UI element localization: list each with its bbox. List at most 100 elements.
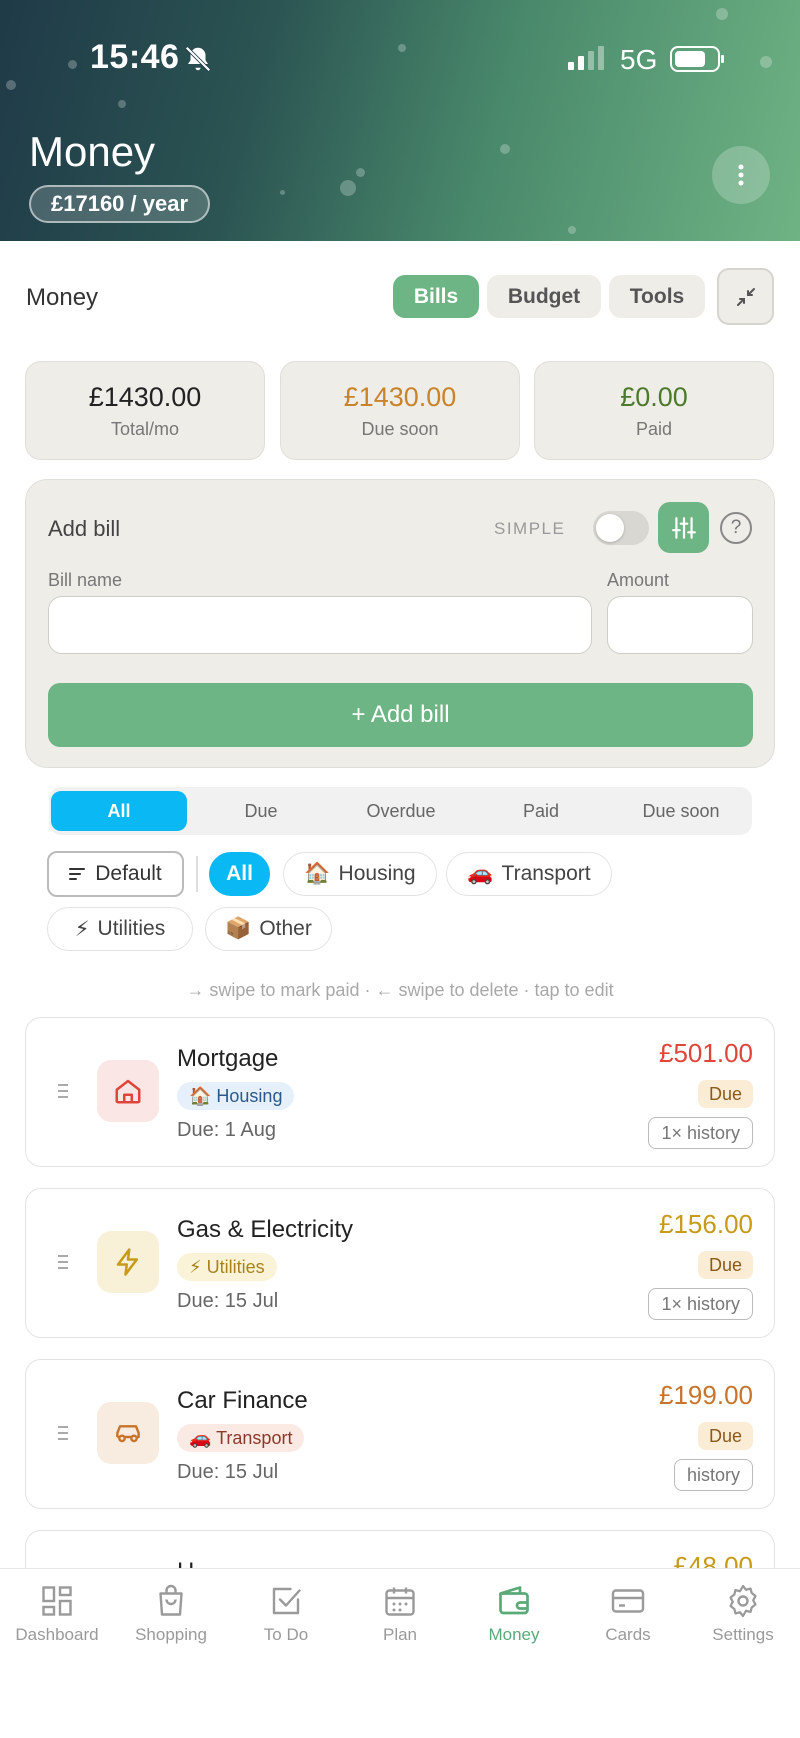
summary-paid-label: Paid [635,419,673,439]
nav-shopping[interactable]: Shopping [114,1583,228,1645]
summary-due-soon: £1430.00 Due soon [280,361,520,460]
summary-total-value: £1430.00 [88,382,202,412]
summary-paid: £0.00 Paid [534,361,774,460]
status-time: 15:46 [90,38,180,76]
bill-due-date: Due: 15 Jul [177,1461,279,1483]
help-button[interactable]: ? [720,512,752,544]
bill-amount: £501.00 [659,1038,753,1068]
simple-mode-label: SIMPLE [494,519,566,538]
amount-input[interactable] [607,596,753,654]
chip-divider [196,856,198,892]
summary-due-soon-label: Due soon [361,419,439,439]
bokeh-dot [398,44,406,52]
nav-label: Money [488,1625,540,1644]
summary-due-soon-value: £1430.00 [343,382,457,412]
bill-status-badge: Due [697,1422,753,1450]
bill-name: Mortgage [177,1045,279,1072]
advanced-options-button[interactable] [658,502,709,553]
status-filter-overdue[interactable]: Overdue [333,791,469,831]
house-emoji-icon: 🏠 [304,862,331,885]
calendar-icon [385,1587,415,1616]
home-icon [115,1079,141,1104]
bill-icon [97,1402,159,1464]
category-chip-utilities[interactable]: ⚡ Utilities [47,907,193,951]
status-filter-bar: All Due Overdue Paid Due soon [49,787,752,835]
bill-card[interactable]: Mortgage 🏠 Housing Due: 1 Aug £501.00 Du… [25,1017,775,1167]
more-options-button[interactable] [712,146,770,204]
nav-todo[interactable]: To Do [229,1583,343,1645]
bill-name: Car Finance [177,1387,308,1414]
wallet-icon [499,1586,529,1615]
sort-label: Default [95,862,162,885]
header: 15:46 5G Money £17160 / year [0,0,800,241]
bill-due-date: Due: 1 Aug [177,1119,276,1141]
sort-default-button[interactable]: Default [47,851,184,897]
bokeh-dot [68,60,77,69]
bill-name-label: Bill name [48,570,123,590]
nav-settings[interactable]: Settings [686,1583,800,1645]
add-bill-title: Add bill [48,516,121,541]
category-chip-housing[interactable]: 🏠 Housing [283,852,437,896]
nav-money[interactable]: Money [457,1583,571,1645]
bill-name-input[interactable] [48,596,592,654]
gear-icon [729,1584,757,1618]
bokeh-dot [280,190,285,195]
status-filter-due[interactable]: Due [193,791,329,831]
status-filter-all[interactable]: All [51,791,187,831]
status-filter-paid[interactable]: Paid [473,791,609,831]
bill-history-button[interactable]: 1× history [648,1288,753,1320]
drag-handle-icon[interactable] [58,1255,68,1271]
drag-handle-icon[interactable] [58,1426,68,1442]
category-chip-all[interactable]: All [209,852,270,896]
status-filter-due-soon[interactable]: Due soon [613,791,749,831]
collapse-button[interactable] [717,268,774,325]
page-title: Money [29,128,156,175]
bill-card[interactable]: Gas & Electricity ⚡ Utilities Due: 15 Ju… [25,1188,775,1338]
nav-label: To Do [263,1625,309,1644]
bokeh-dot [568,226,576,234]
tab-tools[interactable]: Tools [609,275,705,318]
nav-label: Settings [712,1625,774,1644]
collapse-arrows-icon [736,287,755,306]
chip-label: Utilities [97,917,166,940]
nav-label: Cards [605,1625,651,1644]
nav-cards[interactable]: Cards [571,1583,685,1645]
bill-category-tag: ⚡ Utilities [177,1253,277,1281]
chip-label: Housing [338,862,416,885]
bill-category-tag: 🚗 Transport [177,1424,305,1452]
card-icon [611,1589,645,1613]
toggle-knob [596,514,624,542]
simple-mode-toggle[interactable] [593,511,649,545]
bokeh-dot [6,80,16,90]
car-emoji-icon: 🚗 [467,862,494,885]
bell-muted-icon [185,46,211,72]
nav-dashboard[interactable]: Dashboard [0,1583,114,1645]
bokeh-dot [716,8,728,20]
bill-card[interactable]: Car Finance 🚗 Transport Due: 15 Jul £199… [25,1359,775,1509]
bokeh-dot [760,56,772,68]
package-emoji-icon: 📦 [225,917,252,940]
bokeh-dot [356,168,365,177]
more-vertical-icon [738,164,744,186]
signal-icon [568,46,604,70]
category-chip-other[interactable]: 📦 Other [205,907,332,951]
tab-budget[interactable]: Budget [487,275,601,318]
summary-paid-value: £0.00 [620,382,688,412]
network-label: 5G [620,44,658,75]
bokeh-dot [500,144,510,154]
chip-label: Transport [501,862,591,885]
bill-category-tag: 🏠 Housing [177,1082,295,1110]
tab-bills[interactable]: Bills [393,275,479,318]
bill-history-button[interactable]: history [673,1459,753,1491]
drag-handle-icon[interactable] [58,1084,68,1100]
bill-due-date: Due: 15 Jul [177,1290,279,1312]
battery-icon [670,46,724,72]
checkbox-icon [272,1587,301,1615]
chip-label: Other [259,917,312,940]
chip-label: All [226,862,253,885]
category-chip-transport[interactable]: 🚗 Transport [446,852,612,896]
section-label: Money [26,284,99,311]
add-bill-button[interactable]: + Add bill [48,683,753,747]
nav-plan[interactable]: Plan [343,1583,457,1645]
bill-history-button[interactable]: 1× history [648,1117,753,1149]
